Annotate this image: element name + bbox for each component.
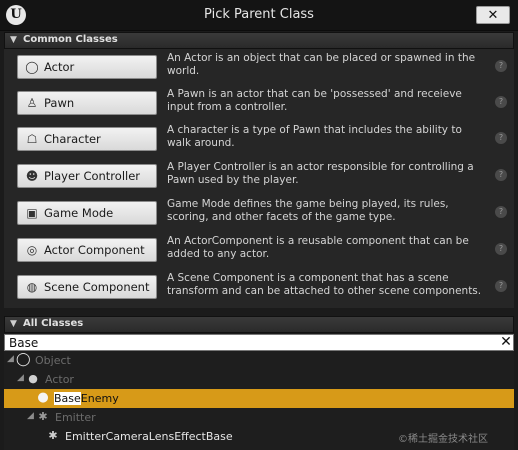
pawn-icon: ♙ [26, 96, 38, 110]
window-title: Pick Parent Class [204, 7, 314, 22]
game-mode-icon: ▣ [26, 206, 38, 220]
common-class-row-actor: ◯ Actor An Actor is an object that can b… [4, 49, 514, 85]
game-mode-button[interactable]: ▣ Game Mode [17, 201, 157, 225]
class-search-box: ✕ [4, 334, 514, 351]
tree-item-label: BaseEnemy [54, 392, 119, 405]
help-icon[interactable]: ? [495, 206, 507, 218]
class-description: A Scene Component is a component that ha… [167, 272, 482, 297]
object-circle-icon: ◯ [16, 352, 31, 367]
scene-component-icon: ◍ [26, 280, 38, 294]
help-icon[interactable]: ? [495, 60, 507, 72]
common-class-row-actor-component: ◎ Actor Component An ActorComponent is a… [4, 232, 514, 268]
actor-component-button[interactable]: ◎ Actor Component [17, 238, 157, 262]
tree-item-object[interactable]: ◢ ◯ Object [4, 351, 514, 370]
actor-sphere-icon: ● [37, 390, 49, 405]
all-classes-label: All Classes [23, 318, 84, 329]
common-class-row-character: ☖ Character A character is a type of Paw… [4, 121, 514, 157]
actor-sphere-icon: ● [28, 372, 38, 385]
common-classes-label: Common Classes [23, 34, 118, 45]
emitter-icon: ✱ [38, 410, 48, 423]
search-match-highlight: Base [54, 392, 81, 405]
expand-arrow-icon[interactable]: ◢ [7, 354, 14, 364]
button-label: Actor Component [44, 243, 145, 257]
class-description: A Player Controller is an actor responsi… [167, 161, 474, 186]
all-classes-header[interactable]: ▼ All Classes [4, 316, 514, 333]
scene-component-button[interactable]: ◍ Scene Component [17, 275, 157, 299]
common-classes-panel: ◯ Actor An Actor is an object that can b… [4, 49, 514, 308]
label-remainder: Enemy [80, 392, 119, 405]
tree-item-label: Emitter [55, 411, 96, 424]
help-icon[interactable]: ? [495, 132, 507, 144]
button-label: Pawn [44, 96, 75, 110]
actor-component-icon: ◎ [26, 243, 38, 257]
pawn-button[interactable]: ♙ Pawn [17, 91, 157, 115]
help-icon[interactable]: ? [495, 96, 507, 108]
button-label: Scene Component [44, 280, 150, 294]
common-class-row-scene-component: ◍ Scene Component A Scene Component is a… [4, 269, 514, 305]
close-button[interactable]: ✕ [476, 6, 510, 24]
common-class-row-player-controller: ☻ Player Controller A Player Controller … [4, 158, 514, 194]
clear-search-icon[interactable]: ✕ [499, 335, 513, 350]
tree-item-label: Object [35, 354, 71, 367]
tree-item-actor[interactable]: ◢ ● Actor [4, 370, 514, 389]
help-icon[interactable]: ? [495, 280, 507, 292]
class-description: An Actor is an object that can be placed… [167, 52, 476, 77]
expand-arrow-icon[interactable]: ◢ [27, 411, 34, 421]
collapse-arrow-icon: ▼ [10, 319, 17, 329]
controller-icon: ☻ [25, 169, 39, 183]
class-description: An ActorComponent is a reusable componen… [167, 235, 469, 260]
button-label: Game Mode [44, 206, 114, 220]
button-label: Actor [44, 60, 75, 74]
class-description: A character is a type of Pawn that inclu… [167, 124, 462, 149]
button-label: Player Controller [44, 169, 141, 183]
tree-item-base-enemy[interactable]: ● BaseEnemy [4, 389, 514, 408]
actor-button[interactable]: ◯ Actor [17, 55, 157, 79]
tree-item-label: EmitterCameraLensEffectBase [65, 430, 233, 443]
character-icon: ☖ [26, 132, 38, 146]
tree-item-label: Actor [45, 373, 74, 386]
character-button[interactable]: ☖ Character [17, 127, 157, 151]
expand-arrow-icon[interactable]: ◢ [17, 373, 24, 383]
tree-item-emitter[interactable]: ◢ ✱ Emitter [4, 408, 514, 427]
common-class-row-pawn: ♙ Pawn A Pawn is an actor that can be 'p… [4, 85, 514, 121]
title-bar: U Pick Parent Class ✕ [0, 0, 518, 31]
help-icon[interactable]: ? [495, 243, 507, 255]
common-class-row-game-mode: ▣ Game Mode Game Mode defines the game b… [4, 195, 514, 231]
player-controller-button[interactable]: ☻ Player Controller [17, 164, 157, 188]
watermark: ©稀土掘金技术社区 [398, 434, 488, 445]
help-icon[interactable]: ? [495, 169, 507, 181]
actor-sphere-icon: ◯ [25, 60, 39, 74]
collapse-arrow-icon: ▼ [10, 35, 17, 45]
class-description: Game Mode defines the game being played,… [167, 198, 449, 223]
emitter-icon: ✱ [48, 429, 58, 442]
button-label: Character [44, 132, 101, 146]
class-search-input[interactable] [9, 335, 489, 350]
common-classes-header[interactable]: ▼ Common Classes [4, 32, 514, 49]
class-description: A Pawn is an actor that can be 'possesse… [167, 88, 462, 113]
